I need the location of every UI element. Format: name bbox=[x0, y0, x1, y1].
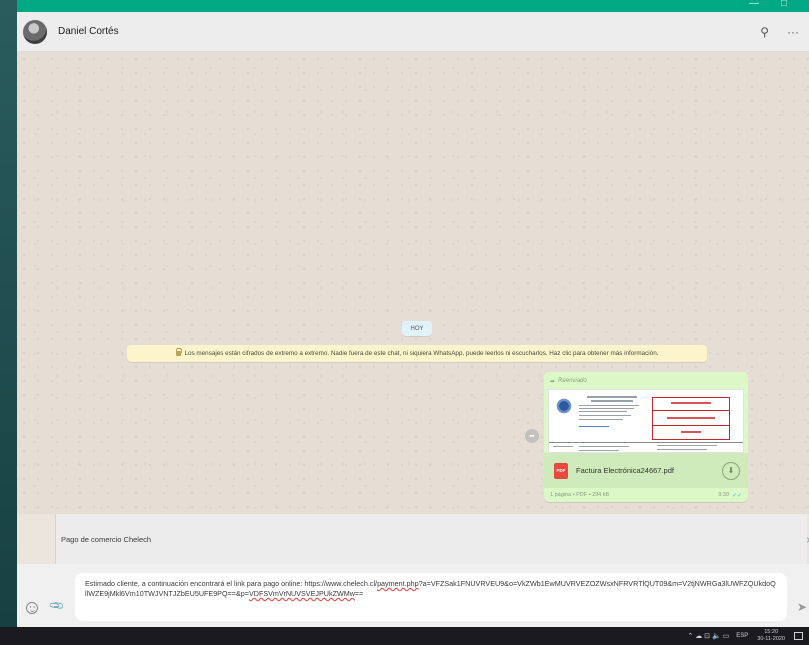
forwarded-text: Reenviado bbox=[558, 378, 587, 384]
chat-header: Daniel Cortés ⚲ ··· bbox=[17, 12, 809, 52]
lock-icon bbox=[175, 348, 183, 356]
message-input[interactable]: Estimado cliente, a continuación encontr… bbox=[75, 573, 787, 621]
read-receipt-icon: ✓✓ bbox=[731, 492, 742, 499]
composer: 📎 Estimado cliente, a continuación encon… bbox=[17, 564, 809, 627]
forwarded-label: ➦ Reenviado bbox=[548, 376, 744, 386]
pdf-icon: PDF bbox=[554, 462, 568, 479]
download-icon[interactable]: ⬇ bbox=[722, 461, 740, 480]
minimize-icon[interactable]: — bbox=[749, 0, 759, 9]
invoice-header-box bbox=[652, 397, 730, 440]
encryption-notice[interactable]: Los mensajes están cifrados de extremo a… bbox=[127, 345, 707, 362]
contact-avatar[interactable] bbox=[23, 19, 47, 44]
more-icon[interactable]: ··· bbox=[787, 25, 799, 39]
encryption-notice-text: Los mensajes están cifrados de extremo a… bbox=[184, 350, 659, 357]
input-text-underlined: VDFSVmVrNUVSVEJPUkZWMw bbox=[248, 589, 355, 598]
message-time: 9:30 bbox=[718, 492, 729, 498]
chat-area: HOY Los mensajes están cifrados de extre… bbox=[17, 52, 809, 514]
notification-icon[interactable] bbox=[794, 632, 803, 640]
day-divider: HOY bbox=[402, 321, 432, 336]
paperclip-icon[interactable]: 📎 bbox=[49, 598, 66, 614]
reply-preview-text: Pago de comercio Chelech bbox=[61, 534, 152, 544]
file-attachment[interactable]: PDF Factura Electrónica24667.pdf ⬇ bbox=[544, 453, 748, 488]
clock-date: 30-11-2020 bbox=[757, 636, 785, 642]
contact-name[interactable]: Daniel Cortés bbox=[58, 26, 742, 37]
input-text-tail: == bbox=[354, 589, 364, 598]
file-meta: 1 página • PDF • 294 kB 9:30 ✓✓ bbox=[548, 488, 744, 502]
forward-icon[interactable]: ➦ bbox=[525, 429, 539, 443]
taskbar: ⌃ ☁ ⊡ 🔈 ▭ ESP 15:20 30-11-2020 bbox=[0, 627, 809, 645]
emoji-icon[interactable] bbox=[26, 602, 38, 614]
title-bar: — □ bbox=[17, 0, 809, 12]
outgoing-message[interactable]: ➦ Reenviado PDF Factura Electrónica24667… bbox=[544, 372, 748, 502]
clock-time: 15:20 bbox=[764, 629, 779, 635]
maximize-icon[interactable]: □ bbox=[781, 0, 787, 9]
invoice-logo bbox=[555, 398, 573, 414]
file-name: Factura Electrónica24667.pdf bbox=[576, 466, 674, 475]
input-text-start: Estimado cliente, a continuación encontr… bbox=[85, 579, 378, 588]
reply-preview[interactable]: Pago de comercio Chelech × bbox=[55, 514, 809, 564]
whatsapp-window: — □ Daniel Cortés ⚲ ··· HOY Los mensajes… bbox=[17, 0, 809, 627]
desktop-background bbox=[0, 0, 17, 627]
file-details: 1 página • PDF • 294 kB bbox=[550, 492, 610, 498]
forwarded-icon: ➦ bbox=[550, 378, 556, 385]
input-text-link: payment.php bbox=[377, 579, 419, 588]
send-icon[interactable]: ➤ bbox=[797, 600, 807, 614]
system-tray-icons[interactable]: ⌃ ☁ ⊡ 🔈 ▭ bbox=[687, 632, 729, 640]
search-icon[interactable]: ⚲ bbox=[760, 25, 769, 39]
document-preview[interactable] bbox=[548, 389, 744, 453]
clock[interactable]: 15:20 30-11-2020 bbox=[757, 629, 785, 643]
language-indicator[interactable]: ESP bbox=[736, 633, 748, 639]
